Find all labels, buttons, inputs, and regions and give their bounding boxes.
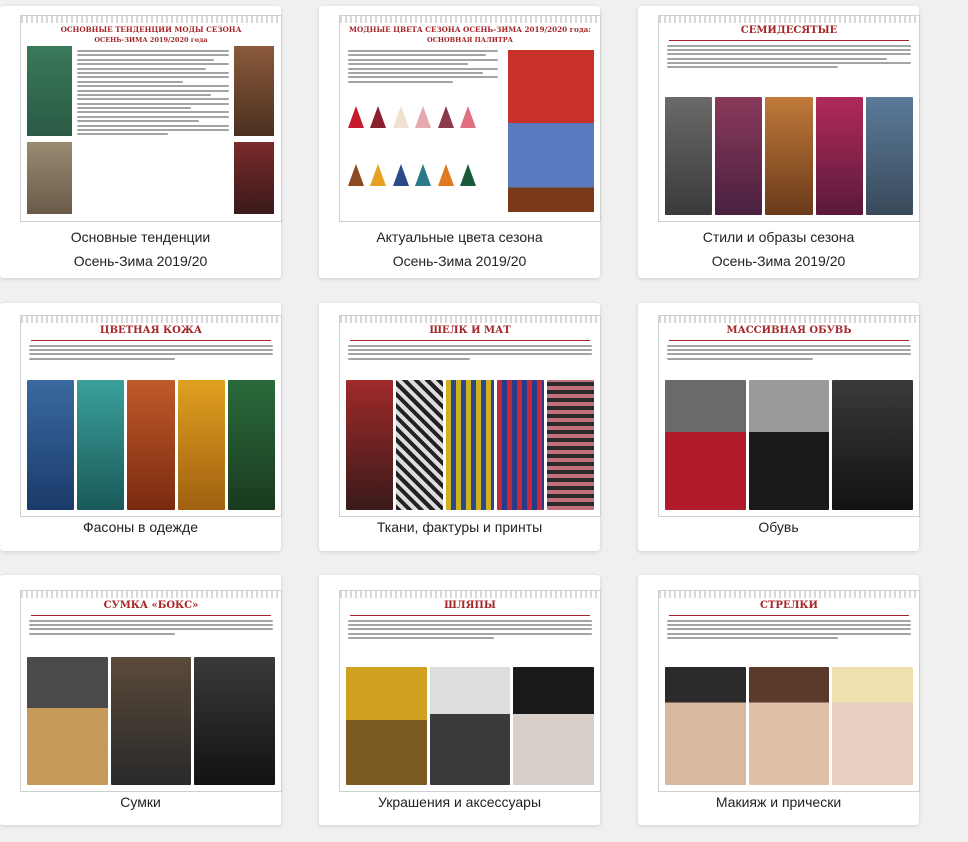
card-caption[interactable]: Украшения и аксессуары xyxy=(319,790,600,814)
page-subtitle: ОСНОВНАЯ ПАЛИТРА xyxy=(427,36,513,44)
catalog-card-main-trends[interactable]: ОСНОВНЫЕ ТЕНДЕНЦИИ МОДЫ СЕЗОНА ОСЕНЬ-ЗИМ… xyxy=(0,6,282,278)
catalog-card-shoes[interactable]: МАССИВНАЯ ОБУВЬ Обувь xyxy=(638,303,920,551)
page-subtitle: ОСЕНЬ-ЗИМА 2019/2020 года xyxy=(94,36,208,44)
page-preview: СТРЕЛКИ xyxy=(658,590,920,792)
page-preview: МАССИВНАЯ ОБУВЬ xyxy=(658,315,920,517)
card-caption[interactable]: Актуальные цвета сезона Осень-Зима 2019/… xyxy=(319,225,600,273)
page-title: МАССИВНАЯ ОБУВЬ xyxy=(726,325,852,336)
page-preview: СУМКА «БОКС» xyxy=(20,590,282,792)
card-caption[interactable]: Фасоны в одежде xyxy=(0,515,281,539)
page-title: СУМКА «БОКС» xyxy=(103,600,199,611)
catalog-card-bags[interactable]: СУМКА «БОКС» Сумки xyxy=(0,575,282,825)
page-title: СЕМИДЕСЯТЫЕ xyxy=(740,25,838,36)
catalog-card-season-colors[interactable]: МОДНЫЕ ЦВЕТА СЕЗОНА ОСЕНЬ-ЗИМА 2019/2020… xyxy=(319,6,601,278)
page-title: СТРЕЛКИ xyxy=(760,600,818,611)
page-title: МОДНЫЕ ЦВЕТА СЕЗОНА ОСЕНЬ-ЗИМА 2019/2020… xyxy=(349,25,591,34)
page-title: ЦВЕТНАЯ КОЖА xyxy=(99,325,203,336)
catalog-card-fabrics[interactable]: ШЕЛК И МАТ Ткани, фактуры и принты xyxy=(319,303,601,551)
card-caption[interactable]: Макияж и прически xyxy=(638,790,919,814)
page-preview: ОСНОВНЫЕ ТЕНДЕНЦИИ МОДЫ СЕЗОНА ОСЕНЬ-ЗИМ… xyxy=(20,15,282,222)
page-title: ШЕЛК И МАТ xyxy=(429,325,511,336)
page-title: ШЛЯПЫ xyxy=(444,600,496,611)
catalog-card-clothing-styles[interactable]: ЦВЕТНАЯ КОЖА Фасоны в одежде xyxy=(0,303,282,551)
card-caption[interactable]: Обувь xyxy=(638,515,919,539)
page-title: ОСНОВНЫЕ ТЕНДЕНЦИИ МОДЫ СЕЗОНА xyxy=(60,25,242,34)
page-preview: ЦВЕТНАЯ КОЖА xyxy=(20,315,282,517)
catalog-card-makeup[interactable]: СТРЕЛКИ Макияж и прически xyxy=(638,575,920,825)
catalog-card-accessories[interactable]: ШЛЯПЫ Украшения и аксессуары xyxy=(319,575,601,825)
page-preview: СЕМИДЕСЯТЫЕ xyxy=(658,15,920,222)
page-preview: МОДНЫЕ ЦВЕТА СЕЗОНА ОСЕНЬ-ЗИМА 2019/2020… xyxy=(339,15,601,222)
card-caption[interactable]: Ткани, фактуры и принты xyxy=(319,515,600,539)
card-caption[interactable]: Основные тенденции Осень-Зима 2019/20 xyxy=(0,225,281,273)
card-caption[interactable]: Сумки xyxy=(0,790,281,814)
catalog-card-styles[interactable]: СЕМИДЕСЯТЫЕ Стили и образы сезона Осень-… xyxy=(638,6,920,278)
card-caption[interactable]: Стили и образы сезона Осень-Зима 2019/20 xyxy=(638,225,919,273)
page-preview: ШЛЯПЫ xyxy=(339,590,601,792)
page-preview: ШЕЛК И МАТ xyxy=(339,315,601,517)
